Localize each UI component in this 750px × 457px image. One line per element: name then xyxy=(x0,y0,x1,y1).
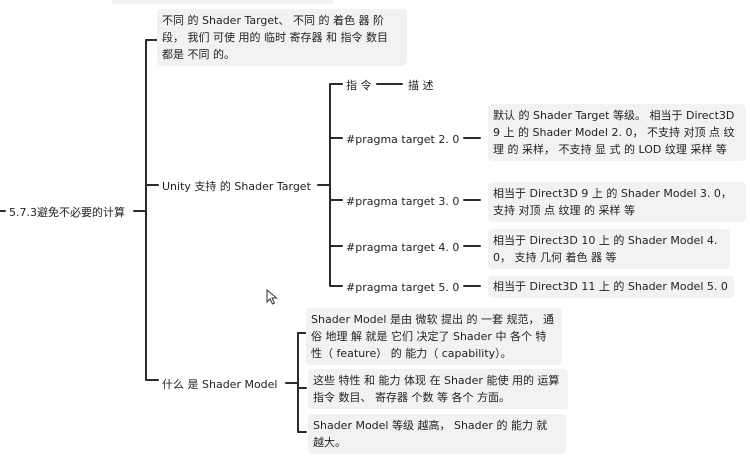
header-directive-node[interactable]: 指 令 xyxy=(343,76,375,96)
description-text: 相当于 Direct3D 11 上 的 Shader Model 5. 0 xyxy=(493,280,728,293)
intro-text: 不同 的 Shader Target、 不同 的 着色 器 阶 段， 我们 可使… xyxy=(162,14,388,61)
root-node[interactable]: 5.7.3避免不必要的计算 xyxy=(6,203,128,223)
root-label: 5.7.3避免不必要的计算 xyxy=(9,206,125,219)
shader-model-capabilities[interactable]: 这些 特性 和 能力 体现 在 Shader 能使 用的 运算 指令 数目、 寄… xyxy=(308,369,568,409)
directive-target-2-0[interactable]: #pragma target 2. 0 xyxy=(343,130,462,150)
shader-model-item-text: Shader Model 是由 微软 提出 的 一套 规范， 通俗 地理 解 就… xyxy=(311,313,554,360)
description-target-2-0[interactable]: 默认 的 Shader Target 等级。 相当于 Direct3D 9 上 … xyxy=(488,104,746,161)
shader-model-level[interactable]: Shader Model 等级 越高， Shader 的 能力 就 越大。 xyxy=(308,414,566,454)
shader-model-item-text: Shader Model 等级 越高， Shader 的 能力 就 越大。 xyxy=(313,419,548,449)
header-description-label: 描 述 xyxy=(408,79,434,92)
directive-target-5-0[interactable]: #pragma target 5. 0 xyxy=(343,278,462,298)
description-target-4-0[interactable]: 相当于 Direct3D 10 上 的 Shader Model 4. 0， 支… xyxy=(488,229,730,269)
description-text: 默认 的 Shader Target 等级。 相当于 Direct3D 9 上 … xyxy=(493,109,735,156)
shader-model-label: 什么 是 Shader Model xyxy=(162,378,278,391)
directive-label: #pragma target 3. 0 xyxy=(346,195,460,208)
what-is-shader-model-node[interactable]: 什么 是 Shader Model xyxy=(159,375,280,395)
intro-note[interactable]: 不同 的 Shader Target、 不同 的 着色 器 阶 段， 我们 可使… xyxy=(157,9,407,66)
directive-label: #pragma target 5. 0 xyxy=(346,281,460,294)
description-text: 相当于 Direct3D 9 上 的 Shader Model 3. 0， 支持… xyxy=(493,187,732,217)
unity-label: Unity 支持 的 Shader Target xyxy=(162,180,311,193)
mouse-pointer-icon xyxy=(266,289,278,305)
directive-target-4-0[interactable]: #pragma target 4. 0 xyxy=(343,238,462,258)
description-text: 相当于 Direct3D 10 上 的 Shader Model 4. 0， 支… xyxy=(493,234,718,264)
unity-shader-target-node[interactable]: Unity 支持 的 Shader Target xyxy=(159,177,314,197)
description-target-5-0[interactable]: 相当于 Direct3D 11 上 的 Shader Model 5. 0 xyxy=(488,276,734,298)
directive-label: #pragma target 2. 0 xyxy=(346,133,460,146)
shader-model-item-text: 这些 特性 和 能力 体现 在 Shader 能使 用的 运算 指令 数目、 寄… xyxy=(313,374,560,404)
directive-target-3-0[interactable]: #pragma target 3. 0 xyxy=(343,192,462,212)
header-directive-label: 指 令 xyxy=(346,79,372,92)
header-description-node[interactable]: 描 述 xyxy=(405,76,437,96)
directive-label: #pragma target 4. 0 xyxy=(346,241,460,254)
shader-model-definition[interactable]: Shader Model 是由 微软 提出 的 一套 规范， 通俗 地理 解 就… xyxy=(306,308,562,365)
description-target-3-0[interactable]: 相当于 Direct3D 9 上 的 Shader Model 3. 0， 支持… xyxy=(488,182,746,222)
